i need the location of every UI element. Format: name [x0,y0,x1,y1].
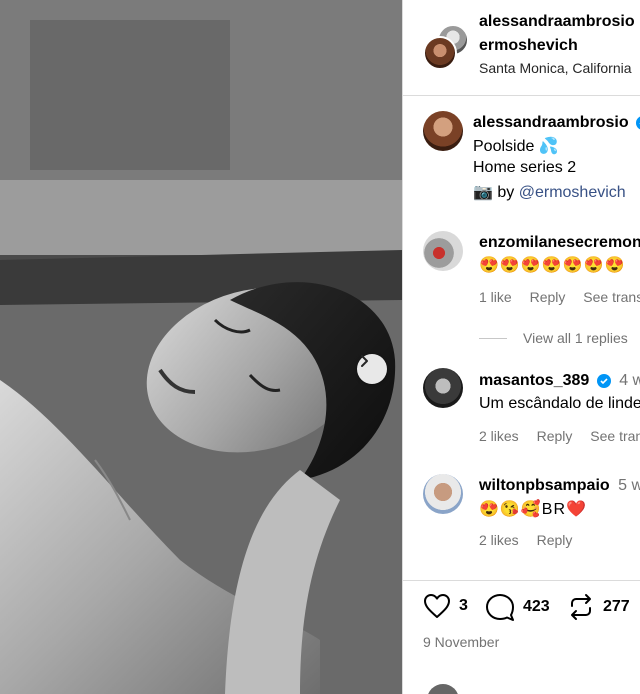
camera-icon: 📷 [473,184,493,201]
caption-text: Poolside [473,138,535,155]
comment-meta: 1 like Reply See translation [479,289,640,305]
like-count[interactable]: 3 [459,597,468,615]
credit-by: by [497,184,515,201]
see-translation-button[interactable]: See translation [583,289,640,305]
avatar[interactable] [423,368,463,408]
caption-credit: 📷 by @ermoshevich [473,182,626,202]
comment-header: masantos_389 4 w [479,372,640,390]
post-photo [0,0,402,694]
verified-badge-icon [596,373,611,388]
collaborator-username[interactable]: ermoshevich [479,37,578,55]
author-username[interactable]: alessandraambrosio [479,13,635,31]
comment-button[interactable]: 423 [485,593,550,621]
like-button[interactable]: 3 [423,593,468,619]
avatar[interactable] [423,111,463,151]
avatar[interactable] [427,684,459,694]
comment-time: 5 w [618,477,640,494]
comment-text: Um escândalo de lindeza [479,395,640,412]
heart-icon [424,594,450,618]
caption-author-name[interactable]: alessandraambrosio [473,114,629,131]
water-drops-icon: 💦 [538,138,559,155]
repost-count[interactable]: 277 [603,598,630,616]
chevron-right-icon [361,355,368,367]
avatar[interactable] [423,231,463,271]
verified-badge-icon [636,116,640,130]
avatar[interactable] [423,36,457,70]
repost-icon [571,594,591,620]
caption-line-2: Home series 2 [473,159,577,176]
carousel-next-button[interactable] [357,354,387,384]
comment-time: 4 w [619,372,640,389]
comment-username[interactable]: masantos_389 [479,372,589,389]
post-header: alessandraambrosio ermoshevich Santa Mon… [403,0,640,96]
reply-button[interactable]: Reply [537,532,573,548]
comment-text: 😍😘🥰BR❤️ [479,501,587,518]
comment-meta: 2 likes Reply See translation [479,428,640,444]
photo-artwork [0,0,402,694]
comment-meta: 2 likes Reply [479,532,586,548]
comment-username[interactable]: wiltonpbsampaio [479,477,610,494]
reply-button[interactable]: Reply [530,289,566,305]
collab-avatars[interactable] [423,24,469,70]
comment-likes[interactable]: 2 likes [479,428,519,444]
post-actions: 3 423 277 9 November [403,580,640,694]
divider [479,338,507,339]
post-side-panel: alessandraambrosio ermoshevich Santa Mon… [402,0,640,694]
reply-button[interactable]: Reply [537,428,573,444]
repost-button[interactable]: 277 [567,593,630,621]
avatar[interactable] [423,474,463,514]
caption-line-1: Poolside 💦 [473,136,559,156]
comment-username[interactable]: enzomilanesecremona [479,234,640,252]
caption-author[interactable]: alessandraambrosio [473,114,640,132]
comment-bubble-icon [486,594,514,621]
comment-text: 😍😍😍😍😍😍😍 [479,257,626,274]
view-all-replies-button[interactable]: View all 1 replies [523,330,628,346]
post-location[interactable]: Santa Monica, California [479,60,632,76]
comment-likes[interactable]: 2 likes [479,532,519,548]
post-date[interactable]: 9 November [423,634,499,650]
comment-count[interactable]: 423 [523,598,550,616]
comment-likes[interactable]: 1 like [479,289,512,305]
credit-mention-link[interactable]: @ermoshevich [519,184,626,201]
see-translation-button[interactable]: See translation [590,428,640,444]
comment-header: wiltonpbsampaio 5 w [479,477,640,495]
